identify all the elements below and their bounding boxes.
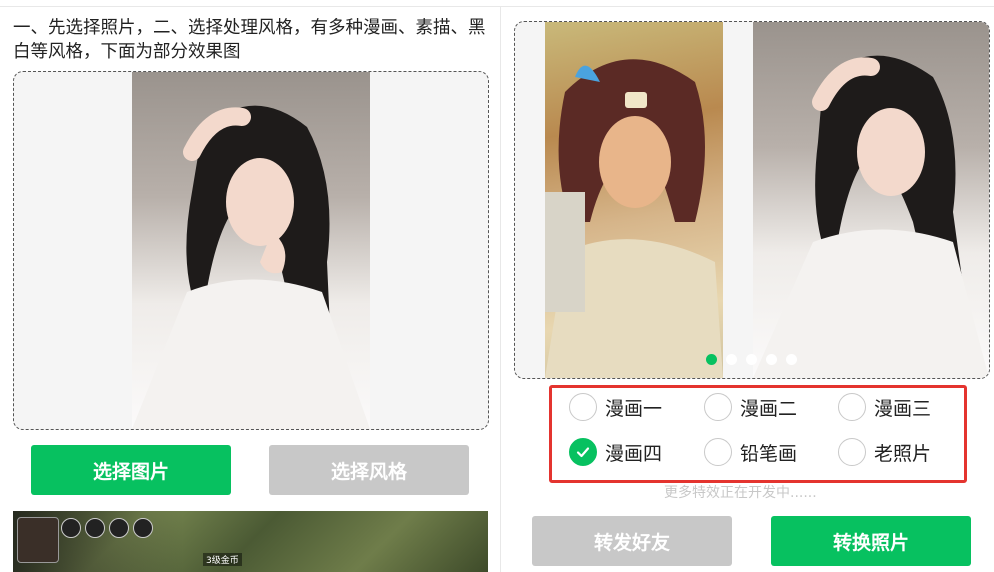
game-ad-banner[interactable]: 3级金币 bbox=[13, 511, 488, 572]
portrait-illustration bbox=[132, 105, 370, 429]
carousel-dot[interactable] bbox=[746, 354, 757, 365]
style-options-group: 漫画一 漫画二 漫画三 漫画四 铅笔画 老照片 bbox=[549, 385, 967, 483]
radio-button[interactable] bbox=[838, 438, 866, 466]
style-option-comic-2[interactable]: 漫画二 bbox=[704, 393, 797, 421]
style-option-comic-4[interactable]: 漫画四 bbox=[569, 438, 662, 466]
game-skill-icon bbox=[61, 518, 81, 538]
development-note: 更多特效正在开发中...... bbox=[664, 485, 817, 501]
forward-to-friend-button[interactable]: 转发好友 bbox=[532, 516, 732, 566]
style-carousel[interactable] bbox=[514, 21, 990, 379]
carousel-dot[interactable] bbox=[786, 354, 797, 365]
comic-portrait-illustration bbox=[545, 59, 723, 378]
carousel-dot[interactable] bbox=[726, 354, 737, 365]
game-avatar bbox=[17, 517, 59, 563]
radio-button[interactable] bbox=[838, 393, 866, 421]
style-option-label: 铅笔画 bbox=[740, 442, 798, 465]
game-skill-icon bbox=[133, 518, 153, 538]
portrait-illustration bbox=[753, 55, 989, 378]
comic-style-sample bbox=[545, 22, 723, 378]
radio-button[interactable] bbox=[569, 393, 597, 421]
original-photo bbox=[132, 72, 370, 429]
style-option-comic-3[interactable]: 漫画三 bbox=[838, 393, 931, 421]
carousel-dot[interactable] bbox=[706, 354, 717, 365]
game-skill-icon bbox=[85, 518, 105, 538]
style-option-label: 漫画三 bbox=[874, 397, 932, 420]
select-photo-button[interactable]: 选择图片 bbox=[31, 445, 231, 495]
style-option-label: 漫画一 bbox=[605, 397, 663, 420]
top-divider bbox=[0, 6, 994, 7]
style-option-pencil[interactable]: 铅笔画 bbox=[704, 438, 797, 466]
style-option-label: 漫画二 bbox=[740, 397, 798, 420]
radio-button[interactable] bbox=[704, 393, 732, 421]
select-style-button[interactable]: 选择风格 bbox=[269, 445, 469, 495]
style-option-label: 漫画四 bbox=[605, 442, 663, 465]
carousel-indicators bbox=[706, 354, 797, 365]
style-option-old-photo[interactable]: 老照片 bbox=[838, 438, 931, 466]
convert-photo-button[interactable]: 转换照片 bbox=[771, 516, 971, 566]
carousel-dot[interactable] bbox=[766, 354, 777, 365]
radio-button-checked[interactable] bbox=[569, 438, 597, 466]
photo-preview[interactable] bbox=[13, 71, 489, 430]
game-skill-icon bbox=[109, 518, 129, 538]
style-option-label: 老照片 bbox=[874, 442, 932, 465]
original-photo-sample bbox=[753, 22, 989, 378]
style-option-comic-1[interactable]: 漫画一 bbox=[569, 393, 662, 421]
radio-button[interactable] bbox=[704, 438, 732, 466]
instructions-text: 一、先选择照片，二、选择处理风格，有多种漫画、素描、黑白等风格，下面为部分效果图 bbox=[13, 18, 486, 62]
check-icon bbox=[576, 447, 590, 458]
panel-divider bbox=[500, 6, 501, 572]
game-hud bbox=[13, 511, 183, 572]
game-level-label: 3级金币 bbox=[203, 553, 242, 566]
